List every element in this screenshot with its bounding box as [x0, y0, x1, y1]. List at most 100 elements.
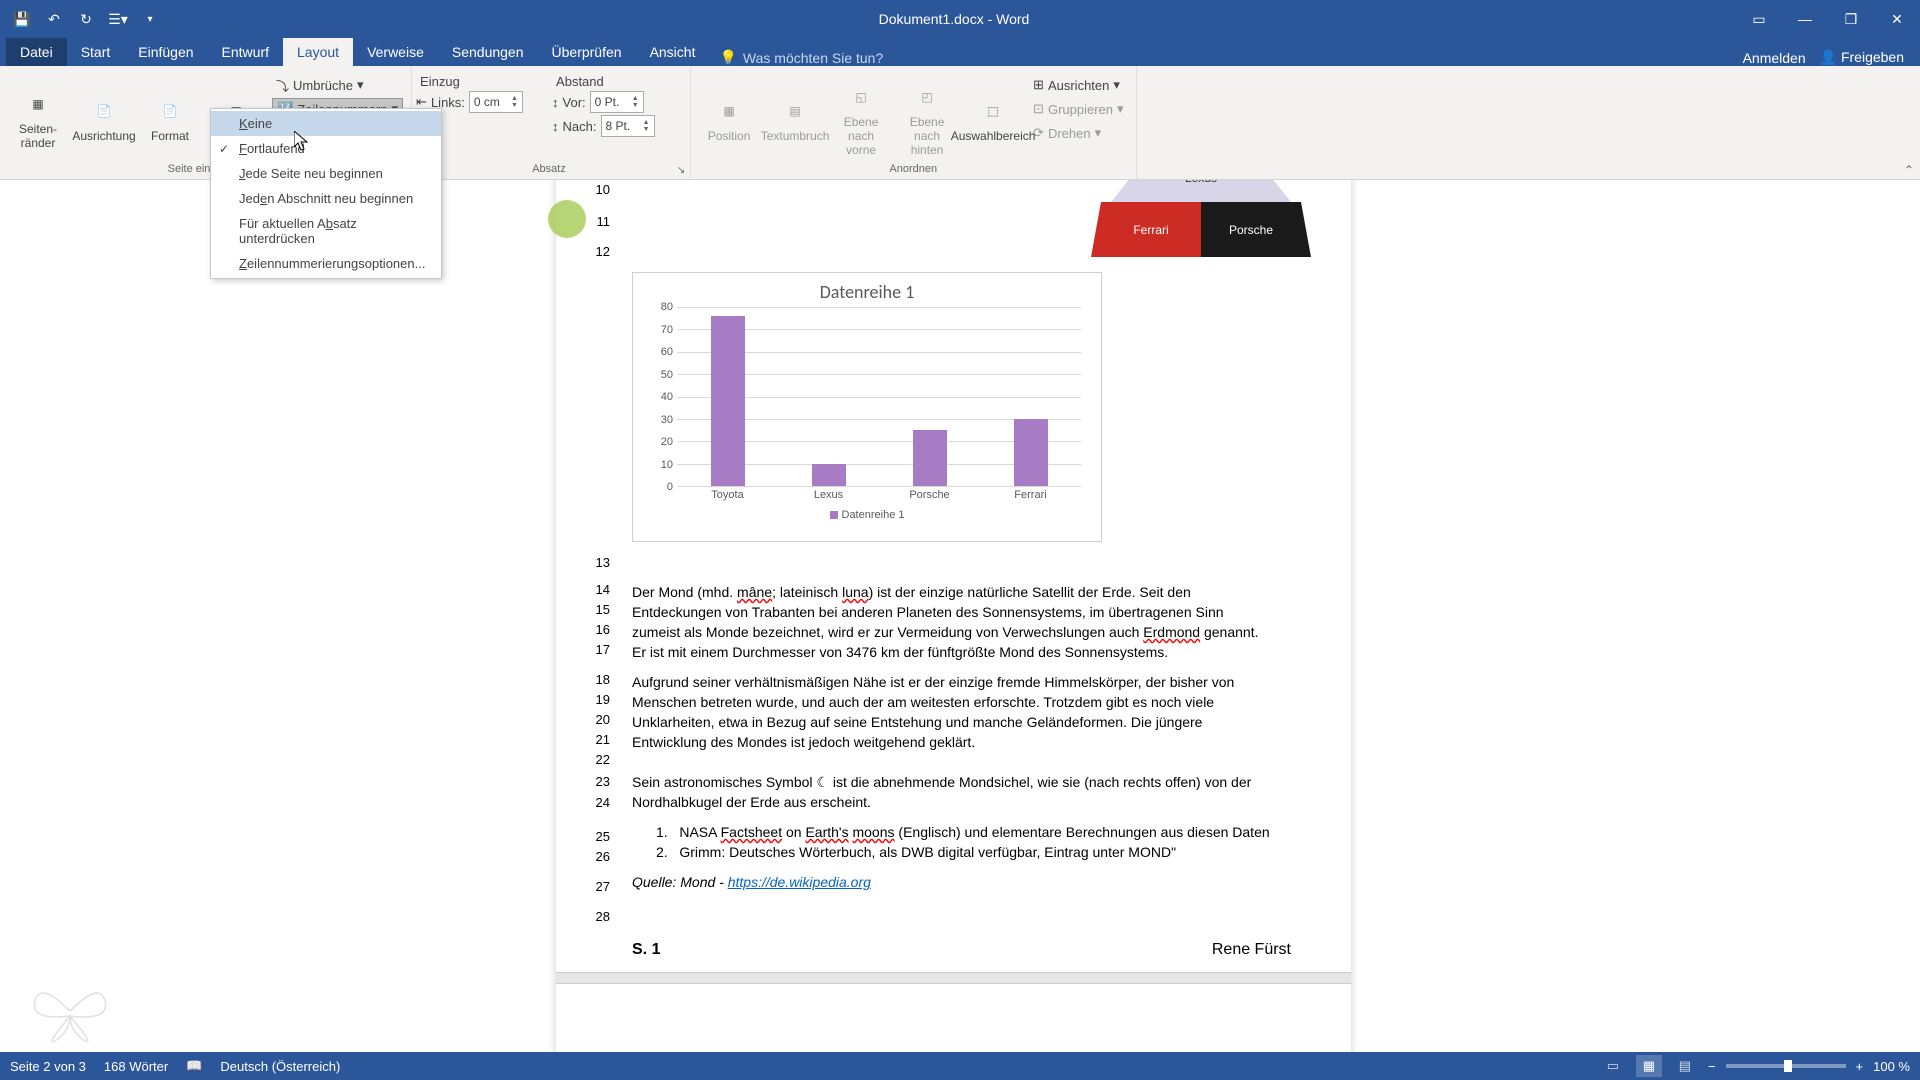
size-icon: 📄: [154, 95, 186, 127]
spacing-after-field[interactable]: ↕ Nach: 8 Pt.▲▼: [552, 115, 682, 137]
wrap-icon: ▤: [779, 95, 811, 127]
dd-suppress[interactable]: Für aktuellen Absatz unterdrücken: [211, 211, 441, 251]
group-label-arrange: Anordnen: [699, 163, 1127, 177]
comment-marker-icon[interactable]: [548, 200, 586, 238]
lightbulb-icon: 💡: [719, 49, 736, 66]
send-backward-button: ◰ Ebene nach hinten: [897, 70, 957, 163]
paragraph-1: Der Mond (mhd. mâne; lateinisch luna) is…: [632, 582, 1291, 662]
footer-author: Rene Fürst: [1212, 940, 1291, 960]
qat-customize-icon[interactable]: ▾: [136, 5, 164, 33]
dd-none[interactable]: Keine: [211, 111, 441, 136]
minimize-icon[interactable]: —: [1782, 0, 1828, 38]
align-button[interactable]: ⊞ Ausrichten ▾: [1029, 74, 1127, 96]
selection-icon: ⬚: [977, 95, 1009, 127]
tab-view[interactable]: Ansicht: [636, 38, 710, 66]
butterfly-watermark-icon: [30, 976, 110, 1046]
ribbon-tabs: Datei Start Einfügen Entwurf Layout Verw…: [0, 38, 1920, 66]
spacing-before-field[interactable]: ↕ Vor: 0 Pt.▲▼: [552, 91, 682, 113]
margins-button[interactable]: ▦ Seiten- ränder: [8, 70, 68, 163]
rotate-button: ⟳ Drehen ▾: [1029, 122, 1127, 144]
document-body[interactable]: Der Mond (mhd. mâne; lateinisch luna) is…: [632, 582, 1291, 960]
status-words[interactable]: 168 Wörter: [104, 1059, 168, 1074]
bar-chart[interactable]: Datenreihe 1 01020304050607080 ToyotaLex…: [632, 272, 1102, 542]
chart-bar: [812, 464, 846, 486]
tab-start[interactable]: Start: [67, 38, 125, 66]
line-numbers-dropdown: Keine ✓Fortlaufend Jede Seite neu beginn…: [210, 108, 442, 279]
status-page[interactable]: Seite 2 von 3: [10, 1059, 86, 1074]
chart-bar: [913, 430, 947, 486]
orientation-button[interactable]: 📄 Ausrichtung: [74, 70, 134, 163]
indent-header: Einzug: [416, 74, 546, 89]
chart-bar: [1014, 419, 1048, 486]
tell-me-search[interactable]: 💡 Was möchten Sie tun?: [709, 49, 893, 66]
paragraph-2: Aufgrund seiner verhältnismäßigen Nähe i…: [632, 672, 1291, 752]
spacing-header: Abstand: [552, 74, 682, 89]
check-icon: ✓: [219, 142, 229, 156]
tab-mailings[interactable]: Sendungen: [438, 38, 538, 66]
footer-page-num: S. 1: [632, 940, 660, 960]
tab-insert[interactable]: Einfügen: [124, 38, 207, 66]
maximize-icon[interactable]: ❐: [1828, 0, 1874, 38]
position-button: ▦ Position: [699, 70, 759, 163]
dd-options[interactable]: Zeilennummerierungsoptionen...: [211, 251, 441, 276]
chart-legend: Datenreihe 1: [633, 507, 1101, 523]
document-title: Dokument1.docx - Word: [172, 11, 1736, 27]
zoom-slider[interactable]: [1726, 1064, 1846, 1068]
view-web-icon[interactable]: ▤: [1672, 1055, 1698, 1077]
page-footer: S. 1 Rene Fürst: [632, 922, 1291, 960]
tab-references[interactable]: Verweise: [353, 38, 438, 66]
chart-bar: [711, 316, 745, 486]
dd-continuous[interactable]: ✓Fortlaufend: [211, 136, 441, 161]
spacing-before-icon: ↕: [552, 95, 559, 110]
tab-file[interactable]: Datei: [6, 38, 67, 66]
undo-icon[interactable]: ↶: [40, 5, 68, 33]
pyramid-chart: Lexus Porsche Ferrari: [1091, 180, 1311, 262]
tab-design[interactable]: Entwurf: [208, 38, 283, 66]
page: 9 10 11 12 13 14 15 16 17 18 19 20 21 22…: [556, 180, 1351, 1052]
paragraph-launcher-icon[interactable]: ↘: [674, 163, 688, 177]
zoom-out-icon[interactable]: −: [1708, 1059, 1716, 1074]
tell-me-placeholder: Was möchten Sie tun?: [743, 50, 883, 66]
signin-link[interactable]: Anmelden: [1743, 50, 1806, 66]
save-icon[interactable]: 💾: [8, 5, 36, 33]
forward-icon: ◱: [845, 81, 877, 113]
document-area[interactable]: 9 10 11 12 13 14 15 16 17 18 19 20 21 22…: [0, 180, 1920, 1052]
svg-text:Lexus: Lexus: [1185, 180, 1217, 185]
breaks-button[interactable]: ⤵ Umbrüche ▾: [272, 74, 403, 96]
zoom-level[interactable]: 100 %: [1873, 1059, 1910, 1074]
title-bar: 💾 ↶ ↻ ☰▾ ▾ Dokument1.docx - Word ▭ — ❐ ✕: [0, 0, 1920, 38]
legend-swatch-icon: [830, 511, 838, 519]
source-link[interactable]: https://de.wikipedia.org: [728, 874, 871, 890]
quick-access-toolbar: 💾 ↶ ↻ ☰▾ ▾: [0, 5, 172, 33]
ribbon-display-icon[interactable]: ▭: [1736, 0, 1782, 38]
svg-text:Porsche: Porsche: [1229, 223, 1273, 237]
tab-layout[interactable]: Layout: [283, 38, 353, 66]
numbered-list: 1. NASA Factsheet on Earth's moons (Engl…: [632, 822, 1291, 862]
chart-title: Datenreihe 1: [633, 273, 1101, 307]
spacing-after-icon: ↕: [552, 119, 559, 134]
group-arrange: ▦ Position ▤ Textumbruch ◱ Ebene nach vo…: [691, 66, 1136, 179]
bring-forward-button: ◱ Ebene nach vorne: [831, 70, 891, 163]
status-proofing-icon[interactable]: 📖: [186, 1058, 202, 1074]
share-button[interactable]: 👤 Freigeben: [1820, 49, 1904, 66]
chart-plot-area: 01020304050607080 ToyotaLexusPorscheFerr…: [677, 307, 1081, 507]
collapse-ribbon-icon[interactable]: ⌃: [1904, 163, 1914, 177]
dd-restart-page[interactable]: Jede Seite neu beginnen: [211, 161, 441, 186]
svg-text:Ferrari: Ferrari: [1133, 223, 1168, 237]
selection-pane-button[interactable]: ⬚ Auswahlbereich: [963, 70, 1023, 163]
redo-icon[interactable]: ↻: [72, 5, 100, 33]
status-language[interactable]: Deutsch (Österreich): [220, 1059, 340, 1074]
size-button[interactable]: 📄 Format: [140, 70, 200, 163]
zoom-in-icon[interactable]: +: [1856, 1059, 1864, 1074]
paragraph-3: Sein astronomisches Symbol ☾ ist die abn…: [632, 772, 1291, 812]
view-print-icon[interactable]: ▦: [1636, 1055, 1662, 1077]
tab-review[interactable]: Überprüfen: [538, 38, 636, 66]
view-read-icon[interactable]: ▭: [1600, 1055, 1626, 1077]
orientation-icon: 📄: [88, 95, 120, 127]
margins-icon: ▦: [22, 88, 54, 120]
close-icon[interactable]: ✕: [1874, 0, 1920, 38]
touch-mode-icon[interactable]: ☰▾: [104, 5, 132, 33]
window-controls: ▭ — ❐ ✕: [1736, 0, 1920, 38]
group-label-paragraph: Absatz: [416, 163, 682, 177]
dd-restart-section[interactable]: Jeden Abschnitt neu beginnen: [211, 186, 441, 211]
